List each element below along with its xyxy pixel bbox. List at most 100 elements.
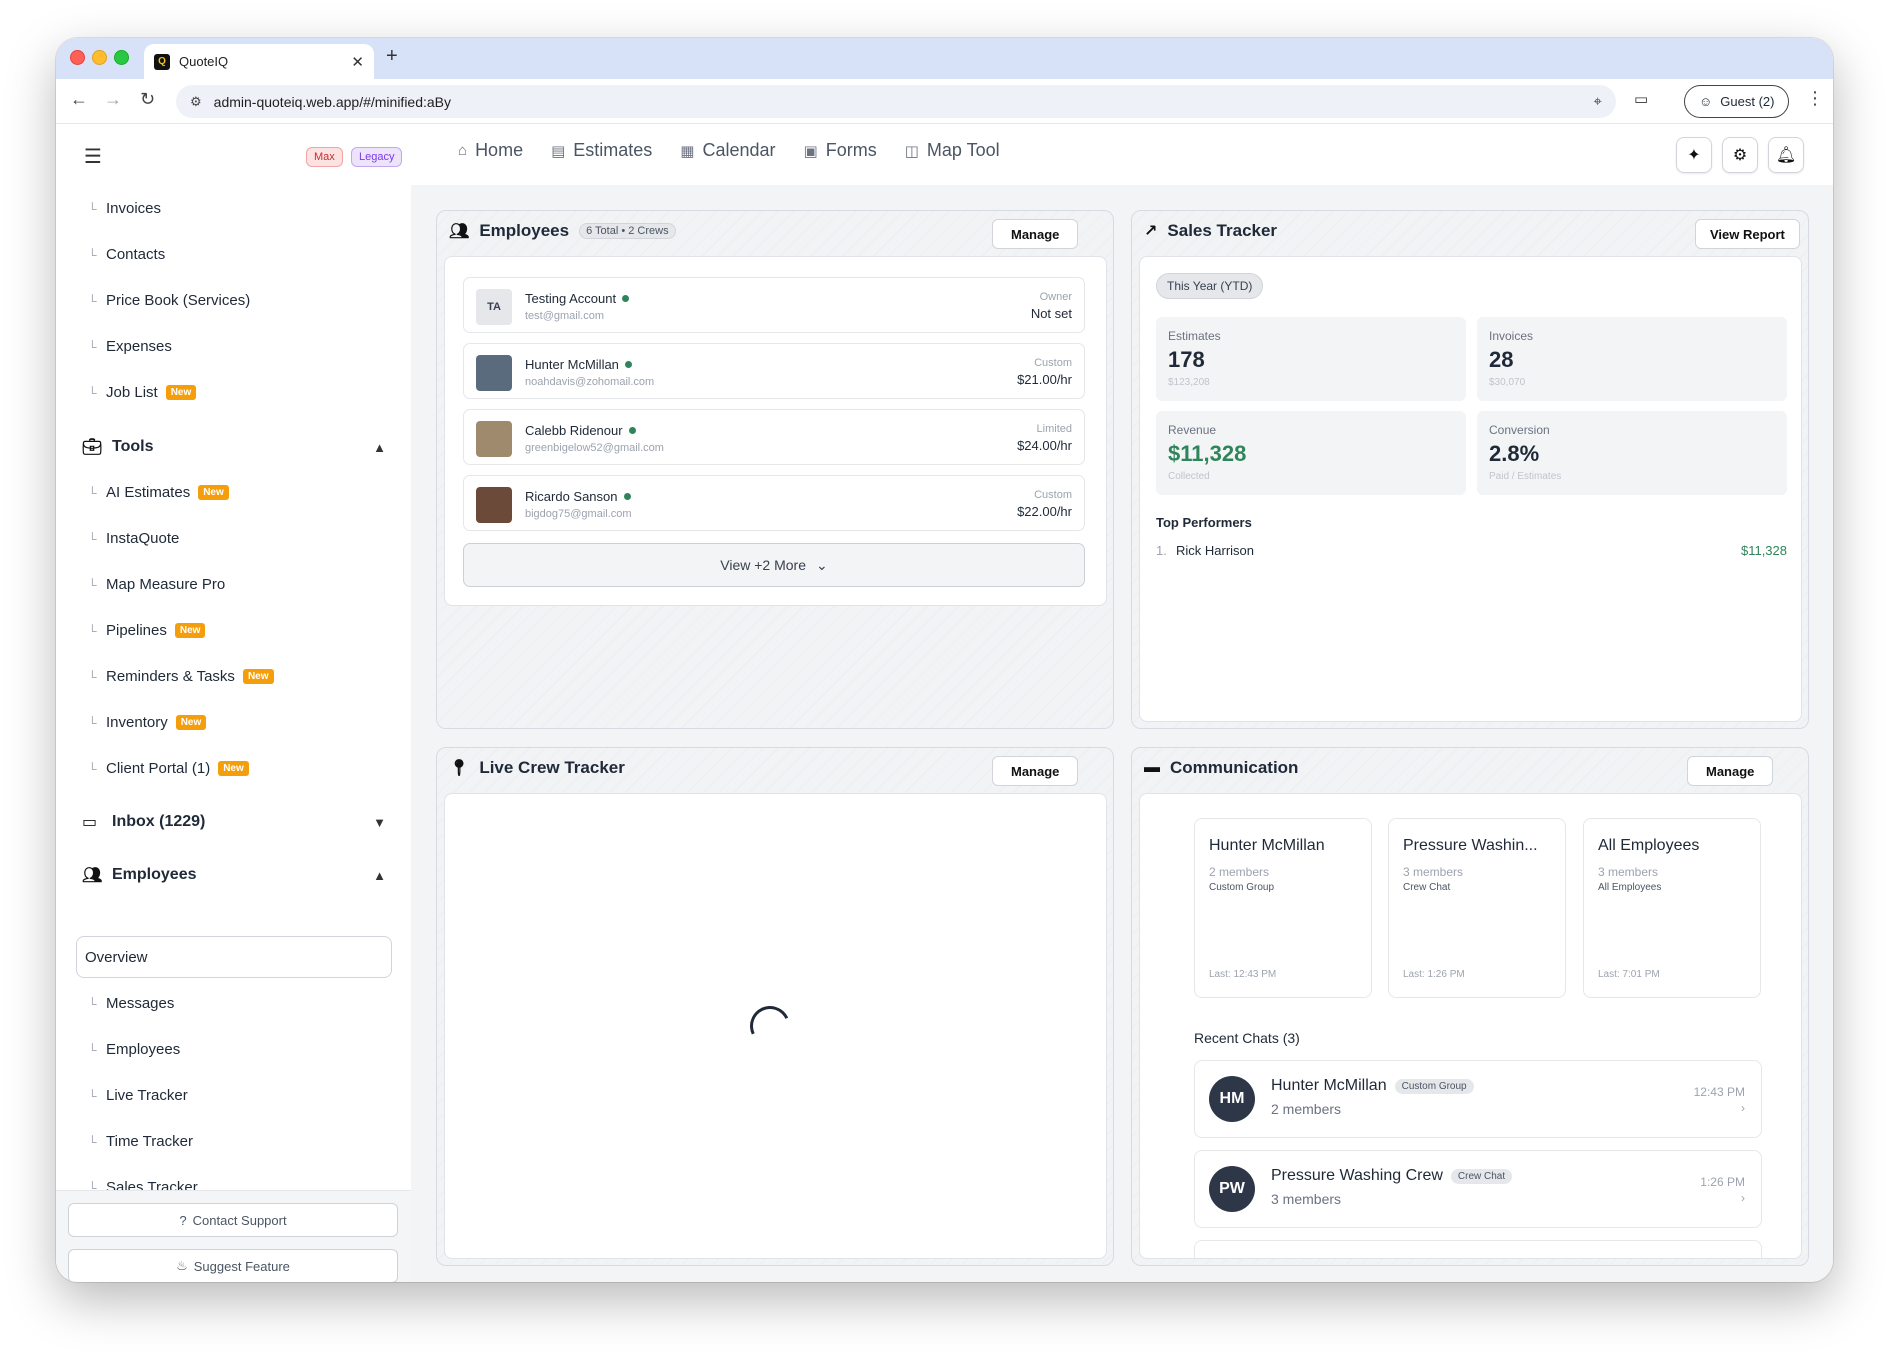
group-members: 3 members [1598, 865, 1659, 879]
nav-map-tool[interactable]: ◫ Map Tool [905, 140, 1000, 161]
employee-email: greenbigelow52@gmail.com [525, 442, 664, 454]
group-members: 3 members [1403, 865, 1464, 879]
chat-bubble-icon: ▬ [1144, 759, 1160, 776]
group-card[interactable]: Pressure Washin... 3 members Crew Chat L… [1388, 818, 1566, 998]
sidebar-item-expenses[interactable]: └ Expenses [88, 338, 172, 355]
nav-forms[interactable]: ▣ Forms [804, 140, 877, 161]
employee-row[interactable]: TA Testing Account test@gmail.com Owner … [463, 277, 1085, 333]
chat-members: 2 members [1271, 1101, 1342, 1117]
profile-icon: ☺ [1699, 94, 1713, 109]
group-title: All Employees [1598, 837, 1700, 854]
ai-sparkle-button[interactable]: ✦ [1676, 137, 1712, 173]
location-icon[interactable]: ⌖ [1594, 93, 1602, 110]
sidebar-item-map-measure-pro[interactable]: └ Map Measure Pro [88, 576, 225, 593]
period-selector[interactable]: This Year (YTD) [1156, 273, 1264, 299]
panel-header: ▬ Communication [1144, 758, 1298, 778]
sidebar-item-messages[interactable]: └ Messages [88, 995, 174, 1012]
sidebar-item-overview[interactable]: Overview [76, 936, 392, 978]
group-last-activity: Last: 12:43 PM [1209, 969, 1277, 980]
manage-communication-button[interactable]: Manage [1687, 756, 1774, 786]
nav-label: Home [475, 140, 524, 160]
hamburger-menu-icon[interactable]: ☰ [84, 144, 102, 169]
close-window-button[interactable] [70, 50, 85, 65]
sidebar-item-instaquote[interactable]: └ InstaQuote [88, 530, 179, 547]
guest-profile-button[interactable]: ☺ Guest (2) [1684, 85, 1790, 118]
avatar: PW [1209, 1166, 1255, 1212]
settings-button[interactable]: ⚙ [1722, 137, 1758, 173]
manage-crew-button[interactable]: Manage [992, 756, 1079, 786]
tab-title: QuoteIQ [179, 54, 229, 69]
bell-icon: 🔔︎ [1775, 147, 1797, 164]
new-badge: New [174, 623, 206, 638]
sidebar-item-job-list[interactable]: └ Job List New [88, 384, 197, 401]
back-arrow-icon[interactable]: ← [70, 89, 88, 110]
sidebar-item-inventory[interactable]: └ Inventory New [88, 714, 207, 731]
suggest-feature-button[interactable]: ♨ Suggest Feature [68, 1249, 398, 1282]
chat-name: Hunter McMillan [1271, 1077, 1387, 1094]
group-card[interactable]: All Employees 3 members All Employees La… [1583, 818, 1761, 998]
panel-title: Communication [1170, 758, 1299, 777]
chat-name: Pressure Washing Crew [1271, 1167, 1443, 1184]
maximize-window-button[interactable] [114, 50, 129, 65]
employee-row[interactable]: Calebb Ridenour greenbigelow52@gmail.com… [463, 409, 1085, 465]
list-icon: ▤ [551, 142, 566, 160]
sidebar-item-reminders-tasks[interactable]: └ Reminders & Tasks New [88, 668, 274, 685]
employee-count-badge: 6 Total • 2 Crews [579, 223, 676, 239]
sidebar-item-pipelines[interactable]: └ Pipelines New [88, 622, 206, 639]
sidebar-group-inbox[interactable]: ▭ Inbox (1229) ▼ [82, 812, 386, 832]
avatar [476, 421, 512, 457]
panel-title: Sales Tracker [1167, 221, 1278, 240]
sidebar-item-live-tracker[interactable]: └ Live Tracker [88, 1087, 188, 1104]
quoteiq-logo-icon: Q [154, 53, 170, 70]
group-type: Custom Group [1209, 882, 1275, 893]
location-pin-icon: 📍︎ [449, 760, 470, 777]
browser-menu-icon[interactable]: ⋮ [1806, 88, 1824, 109]
employee-name: Testing Account [525, 291, 617, 306]
sidebar-item-invoices[interactable]: └ Invoices [88, 200, 161, 217]
employee-row[interactable]: Ricardo Sanson bigdog75@gmail.com Custom… [463, 475, 1085, 531]
nav-calendar[interactable]: ▦ Calendar [680, 140, 775, 161]
sidebar-item-price-book[interactable]: └ Price Book (Services) [88, 292, 250, 309]
group-type: All Employees [1598, 882, 1662, 893]
cast-icon[interactable]: ▭ [1634, 90, 1648, 108]
sidebar-footer: ? Contact Support ♨ Suggest Feature [56, 1190, 411, 1282]
chat-row[interactable] [1194, 1240, 1762, 1258]
notifications-button[interactable]: 🔔︎ [1768, 137, 1804, 173]
top-performer-row: 1. Rick Harrison $11,328 [1156, 543, 1787, 558]
sparkle-icon: ✦ [1687, 147, 1701, 164]
sidebar-item-client-portal[interactable]: └ Client Portal (1) New [88, 760, 249, 777]
nav-home[interactable]: ⌂ Home [458, 140, 523, 161]
address-bar: ← → ↻ ⚙ admin-quoteiq.web.app/#/minified… [56, 79, 1833, 124]
sidebar-item-ai-estimates[interactable]: └ AI Estimates New [88, 484, 229, 501]
site-settings-icon[interactable]: ⚙ [190, 94, 202, 110]
employee-row[interactable]: Hunter McMillan noahdavis@zohomail.com C… [463, 343, 1085, 399]
tab-close-icon[interactable]: ✕ [351, 53, 364, 71]
communication-body: Hunter McMillan 2 members Custom Group L… [1139, 793, 1802, 1259]
new-tab-icon[interactable]: + [386, 45, 398, 68]
sidebar-item-time-tracker[interactable]: └ Time Tracker [88, 1133, 193, 1150]
browser-tab[interactable]: Q QuoteIQ ✕ [144, 44, 374, 79]
nav-estimates[interactable]: ▤ Estimates [551, 140, 652, 161]
reload-icon[interactable]: ↻ [140, 89, 155, 110]
group-card[interactable]: Hunter McMillan 2 members Custom Group L… [1194, 818, 1372, 998]
sidebar-group-tools[interactable]: 💼︎ Tools ▲ [82, 437, 386, 457]
forward-arrow-icon[interactable]: → [104, 89, 122, 110]
panel-header: 👥︎ Employees 6 Total • 2 Crews [449, 221, 676, 241]
minimize-window-button[interactable] [92, 50, 107, 65]
people-icon: 👥︎ [82, 867, 103, 884]
chat-row[interactable]: HM Hunter McMillan Custom Group 2 members… [1194, 1060, 1762, 1138]
sidebar-item-employees[interactable]: └ Employees [88, 1041, 180, 1058]
sidebar-item-contacts[interactable]: └ Contacts [88, 246, 165, 263]
view-report-button[interactable]: View Report [1695, 219, 1800, 249]
employee-rate: Not set [1030, 306, 1072, 321]
manage-employees-button[interactable]: Manage [992, 219, 1079, 249]
avatar: TA [476, 289, 512, 325]
view-more-button[interactable]: View +2 More ⌄ [463, 543, 1085, 587]
contact-support-button[interactable]: ? Contact Support [68, 1203, 398, 1237]
sidebar: └ Invoices └ Contacts └ Price Book (Service… [56, 185, 411, 1282]
stat-estimates: Estimates 178 $123,208 [1156, 317, 1466, 401]
sidebar-group-employees[interactable]: 👥︎ Employees ▲ [82, 865, 386, 885]
url-text: admin-quoteiq.web.app/#/minified:aBy [213, 93, 452, 110]
url-field[interactable]: ⚙ admin-quoteiq.web.app/#/minified:aBy ⌖ [176, 85, 1616, 118]
chat-row[interactable]: PW Pressure Washing Crew Crew Chat 3 memb… [1194, 1150, 1762, 1228]
